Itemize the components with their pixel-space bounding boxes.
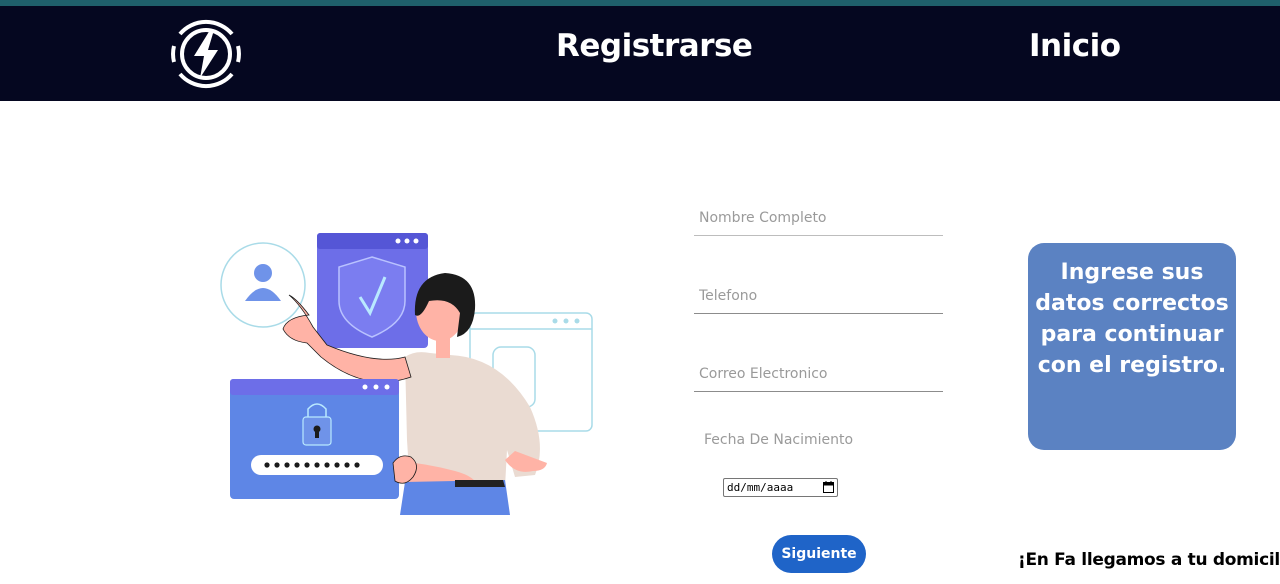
nav-register-link[interactable]: Registrarse: [556, 28, 753, 64]
email-input[interactable]: [694, 356, 943, 392]
birth-date-value: dd/mm/aaaa: [727, 481, 794, 494]
calendar-icon[interactable]: [823, 481, 834, 493]
phone-input[interactable]: [694, 278, 943, 314]
security-illustration: [220, 233, 593, 515]
info-card: Ingrese sus datos correctos para continu…: [1028, 243, 1236, 450]
nav-home-link[interactable]: Inicio: [1029, 28, 1121, 64]
birth-date-input[interactable]: dd/mm/aaaa: [723, 478, 838, 497]
full-name-input[interactable]: [694, 200, 943, 236]
birth-date-label: Fecha De Nacimiento: [704, 432, 854, 448]
footer-slogan: ¡En Fa llegamos a tu domicilio!: [1018, 550, 1280, 570]
navbar: Registrarse Inicio: [0, 6, 1280, 101]
next-button[interactable]: Siguiente: [772, 535, 866, 573]
lightning-bolt-logo-icon[interactable]: [166, 16, 246, 92]
